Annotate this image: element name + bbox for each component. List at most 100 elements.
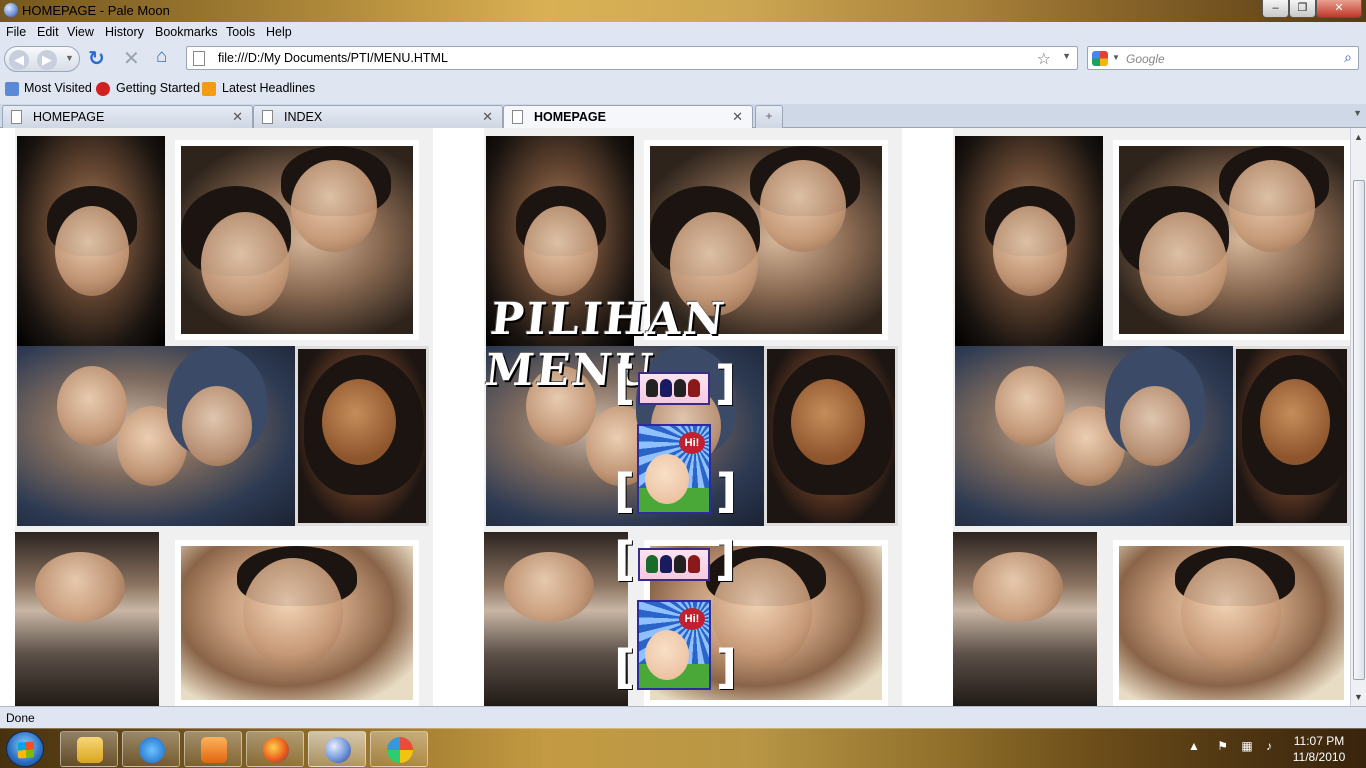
stop-icon[interactable]: ✕ — [123, 46, 143, 72]
photo-collage-right — [953, 128, 1350, 706]
menu-bar: File Edit View History Bookmarks Tools H… — [0, 22, 1366, 42]
photo-child-crying — [955, 136, 1103, 346]
taskbar-media-player[interactable] — [184, 731, 242, 767]
menu-edit[interactable]: Edit — [37, 25, 59, 39]
tab-close-icon[interactable]: ✕ — [482, 109, 493, 125]
tab-homepage-1[interactable]: HOMEPAGE ✕ — [2, 105, 253, 128]
minimize-button[interactable]: – — [1262, 0, 1289, 18]
vertical-scrollbar[interactable]: ▲ ▼ — [1350, 128, 1366, 706]
taskbar-firefox[interactable] — [246, 731, 304, 767]
url-dropdown-icon[interactable]: ▼ — [1062, 51, 1071, 61]
reload-icon[interactable]: ↻ — [88, 46, 110, 72]
tab-strip: HOMEPAGE ✕ INDEX ✕ HOMEPAGE ✕ + ▼ — [0, 104, 1366, 129]
volume-icon[interactable]: ♪ — [1266, 739, 1272, 753]
hi-badge: Hi! — [679, 432, 705, 454]
new-tab-button[interactable]: + — [755, 105, 783, 128]
pale-moon-icon — [4, 3, 18, 17]
taskbar-pale-moon[interactable] — [308, 731, 366, 767]
forward-arrow-icon[interactable]: ▶ — [37, 50, 57, 70]
bookmark-most-visited[interactable]: Most Visited — [24, 81, 92, 95]
hi-badge: Hi! — [679, 608, 705, 630]
taskbar-internet-explorer[interactable] — [122, 731, 180, 767]
window-titlebar[interactable]: HOMEPAGE - Pale Moon – ❐ ✕ — [0, 0, 1366, 22]
tab-close-icon[interactable]: ✕ — [232, 109, 243, 125]
tab-index[interactable]: INDEX ✕ — [253, 105, 503, 128]
bunny-icon — [645, 454, 689, 504]
url-text[interactable]: file:///D:/My Documents/PTI/MENU.HTML — [218, 51, 448, 65]
tab-page-icon — [11, 110, 22, 124]
photo-hijab-smile — [295, 346, 429, 526]
bunny-icon — [645, 630, 689, 680]
system-tray: ▲ ⚑ ▦ ♪ — [1188, 739, 1272, 753]
menu-history[interactable]: History — [105, 25, 144, 39]
menu-link-penguins[interactable] — [638, 548, 710, 581]
photo-child-smiling — [1113, 540, 1350, 706]
menu-link-hi-bunny[interactable]: Hi! — [637, 424, 711, 514]
menu-tools[interactable]: Tools — [226, 25, 255, 39]
menu-bracket-left: [ — [614, 640, 636, 694]
menu-help[interactable]: Help — [266, 25, 292, 39]
scroll-thumb[interactable] — [1353, 180, 1365, 680]
bookmarks-toolbar: Most Visited Getting Started Latest Head… — [0, 76, 1366, 100]
menu-file[interactable]: File — [6, 25, 26, 39]
google-engine-icon[interactable] — [1092, 51, 1108, 66]
window-title: HOMEPAGE - Pale Moon — [22, 3, 170, 18]
page-favicon-icon — [193, 51, 205, 66]
search-bar[interactable]: ▼ Google ⌕ — [1087, 46, 1359, 70]
pale-moon-icon — [325, 737, 351, 763]
status-bar: Done — [0, 706, 1366, 728]
photo-child-smiling — [175, 540, 419, 706]
photo-mirror-reflection — [15, 532, 159, 706]
menu-bracket-left: [ — [614, 356, 636, 410]
menu-link-penguins[interactable] — [638, 372, 710, 405]
tab-homepage-active[interactable]: HOMEPAGE ✕ — [503, 105, 753, 129]
photo-selfie-peace — [1113, 140, 1350, 340]
tab-list-dropdown-icon[interactable]: ▼ — [1353, 108, 1362, 118]
menu-bracket-right: ] — [715, 532, 737, 586]
url-bar[interactable]: file:///D:/My Documents/PTI/MENU.HTML ☆ … — [186, 46, 1078, 70]
menu-view[interactable]: View — [67, 25, 94, 39]
clock-date: 11/8/2010 — [1292, 750, 1346, 764]
menu-bracket-right: ] — [716, 640, 738, 694]
maximize-button[interactable]: ❐ — [1289, 0, 1316, 18]
menu-bracket-left: [ — [614, 464, 636, 518]
tab-close-icon[interactable]: ✕ — [732, 109, 743, 125]
menu-bookmarks[interactable]: Bookmarks — [155, 25, 218, 39]
action-center-icon[interactable]: ⚑ — [1217, 739, 1228, 753]
photo-child-crying — [17, 136, 165, 346]
tab-page-icon — [512, 110, 523, 124]
tab-label: HOMEPAGE — [534, 110, 606, 124]
taskbar-clock[interactable]: 11:07 PM 11/8/2010 — [1284, 733, 1354, 765]
photo-mirror-reflection — [484, 532, 628, 706]
show-hidden-icons-icon[interactable]: ▲ — [1188, 739, 1200, 753]
start-button[interactable] — [6, 731, 44, 767]
bookmark-star-icon[interactable]: ☆ — [1037, 49, 1051, 69]
scroll-down-arrow-icon[interactable]: ▼ — [1354, 692, 1363, 702]
bookmark-latest-headlines[interactable]: Latest Headlines — [222, 81, 315, 95]
windows-taskbar: ▲ ⚑ ▦ ♪ 11:07 PM 11/8/2010 — [0, 728, 1366, 768]
media-player-icon — [201, 737, 227, 763]
search-icon[interactable]: ⌕ — [1344, 49, 1352, 66]
bookmark-getting-started[interactable]: Getting Started — [116, 81, 200, 95]
network-icon[interactable]: ▦ — [1241, 739, 1252, 753]
menu-bracket-right: ] — [715, 356, 737, 410]
clock-time: 11:07 PM — [1293, 734, 1345, 748]
search-input[interactable]: Google — [1126, 52, 1165, 66]
taskbar-paint[interactable] — [370, 731, 428, 767]
photo-mirror-reflection — [953, 532, 1097, 706]
most-visited-icon — [5, 82, 19, 96]
menu-bracket-left: [ — [614, 532, 636, 586]
rss-feed-icon — [202, 82, 216, 96]
close-button[interactable]: ✕ — [1316, 0, 1362, 18]
internet-explorer-icon — [139, 737, 165, 763]
taskbar-explorer[interactable] — [60, 731, 118, 767]
scroll-up-arrow-icon[interactable]: ▲ — [1354, 132, 1363, 142]
navigation-toolbar: ◀ ▶ ▼ ↻ ✕ ⌂ file:///D:/My Documents/PTI/… — [0, 42, 1366, 76]
menu-link-hi-bunny[interactable]: Hi! — [637, 600, 711, 690]
home-icon[interactable]: ⌂ — [156, 46, 178, 72]
engine-dropdown-icon[interactable]: ▼ — [1112, 53, 1120, 62]
photo-hijab-smile — [1233, 346, 1350, 526]
back-arrow-icon[interactable]: ◀ — [9, 50, 29, 70]
history-dropdown-icon[interactable]: ▼ — [65, 53, 74, 63]
status-text: Done — [6, 711, 35, 725]
